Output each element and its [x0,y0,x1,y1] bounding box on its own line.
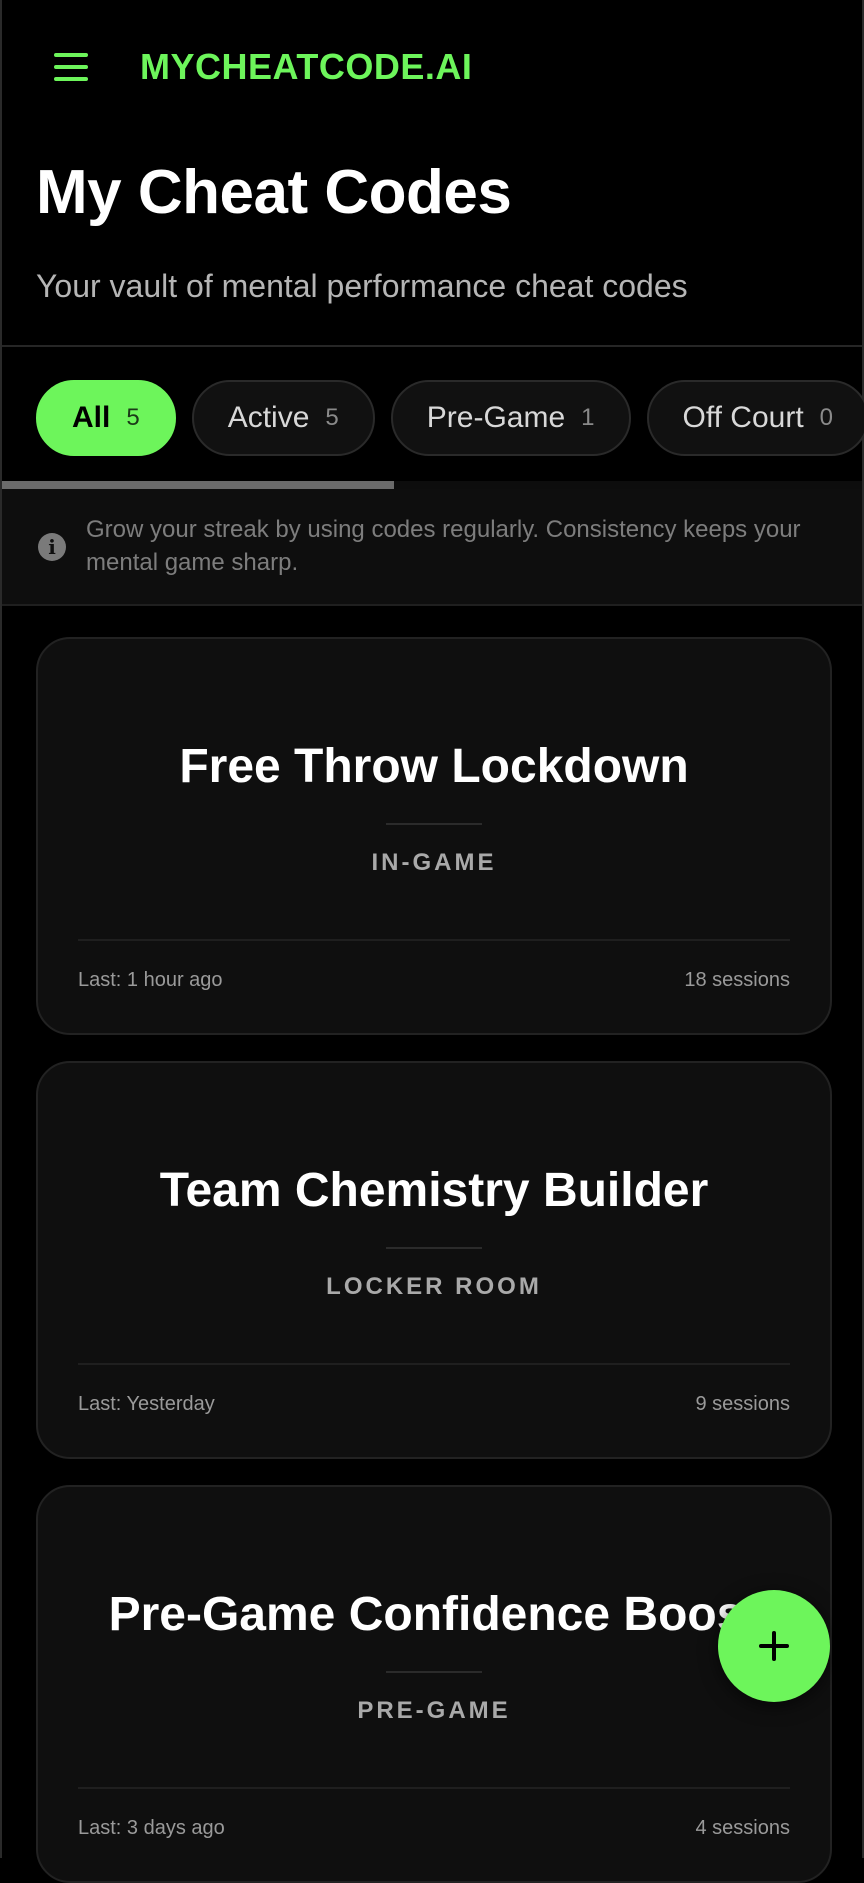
top-app-bar: MYCHEATCODE.AI [2,0,862,134]
brand-logo-text[interactable]: MYCHEATCODE.AI [140,46,472,88]
tab-count: 5 [126,404,139,432]
card-divider [386,1247,482,1249]
add-cheat-code-button[interactable] [718,1590,830,1702]
card-divider [386,823,482,825]
tab-label: All [72,401,110,435]
info-banner: i Grow your streak by using codes regula… [2,489,862,606]
card-session-count: 4 sessions [696,1817,791,1840]
cheat-code-card[interactable]: Free Throw Lockdown IN-GAME Last: 1 hour… [36,637,832,1035]
page-subtitle: Your vault of mental performance cheat c… [36,268,862,305]
info-icon: i [38,533,66,561]
tab-label: Off Court [683,401,804,435]
tab-off-court[interactable]: Off Court 0 [647,380,864,456]
cheat-code-card[interactable]: Team Chemistry Builder LOCKER ROOM Last:… [36,1061,832,1459]
card-title: Free Throw Lockdown [38,739,830,794]
card-last-used: Last: Yesterday [78,1393,215,1416]
card-title: Team Chemistry Builder [38,1163,830,1218]
card-title: Pre-Game Confidence Boost [38,1587,830,1642]
card-category-tag: IN-GAME [38,849,830,877]
cheat-code-card[interactable]: Pre-Game Confidence Boost PRE-GAME Last:… [36,1485,832,1883]
card-footer-divider [78,939,790,941]
tab-count: 5 [325,404,338,432]
card-category-tag: LOCKER ROOM [38,1273,830,1301]
filter-tabs: All 5 Active 5 Pre-Game 1 Off Court 0 [36,380,864,456]
page-title: My Cheat Codes [36,162,862,224]
tab-all[interactable]: All 5 [36,380,176,456]
card-last-used: Last: 3 days ago [78,1817,225,1840]
plus-icon [759,1631,789,1661]
card-footer-divider [78,1363,790,1365]
card-last-used: Last: 1 hour ago [78,969,223,992]
tab-label: Active [228,401,310,435]
tab-active[interactable]: Active 5 [192,380,375,456]
card-session-count: 18 sessions [684,969,790,992]
tabs-scrollbar-thumb[interactable] [2,481,394,489]
header-divider [2,345,862,347]
menu-icon[interactable] [54,53,88,81]
tab-pre-game[interactable]: Pre-Game 1 [391,380,631,456]
card-category-tag: PRE-GAME [38,1697,830,1725]
info-text: Grow your streak by using codes regularl… [86,514,802,579]
card-footer-divider [78,1787,790,1789]
tab-label: Pre-Game [427,401,565,435]
tab-count: 0 [820,404,833,432]
card-session-count: 9 sessions [696,1393,791,1416]
card-divider [386,1671,482,1673]
tab-count: 1 [581,404,594,432]
